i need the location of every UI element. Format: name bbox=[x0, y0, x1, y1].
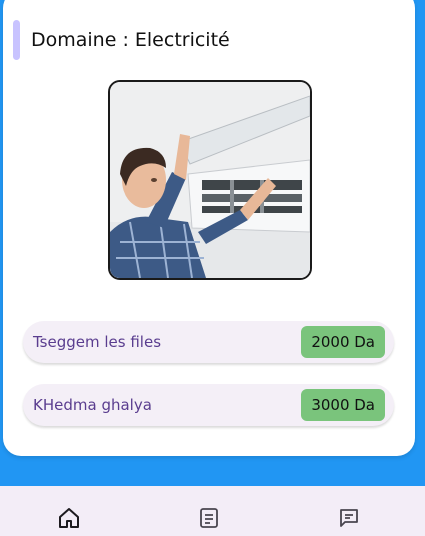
screen: Domaine : Electricité Tseggem les files … bbox=[0, 0, 425, 536]
domain-photo bbox=[108, 80, 312, 280]
price-badge: 2000 Da bbox=[301, 326, 385, 358]
card-header: Domaine : Electricité bbox=[13, 20, 230, 60]
domain-title: Domaine : Electricité bbox=[31, 29, 230, 51]
price-badge: 3000 Da bbox=[301, 389, 385, 421]
service-name: KHedma ghalya bbox=[33, 396, 152, 414]
chat-icon bbox=[340, 509, 358, 527]
service-row[interactable]: KHedma ghalya 3000 Da bbox=[23, 384, 394, 426]
document-icon bbox=[200, 508, 218, 528]
service-row[interactable]: Tseggem les files 2000 Da bbox=[23, 321, 394, 363]
technician-photo bbox=[110, 82, 310, 278]
nav-messages[interactable] bbox=[337, 506, 361, 530]
domain-card: Domaine : Electricité Tseggem les files … bbox=[3, 0, 415, 456]
service-name: Tseggem les files bbox=[33, 333, 162, 351]
nav-documents[interactable] bbox=[197, 506, 221, 530]
bottom-navigation bbox=[0, 486, 425, 536]
home-icon bbox=[59, 508, 79, 528]
nav-home[interactable] bbox=[57, 506, 81, 530]
accent-bar bbox=[13, 20, 20, 60]
